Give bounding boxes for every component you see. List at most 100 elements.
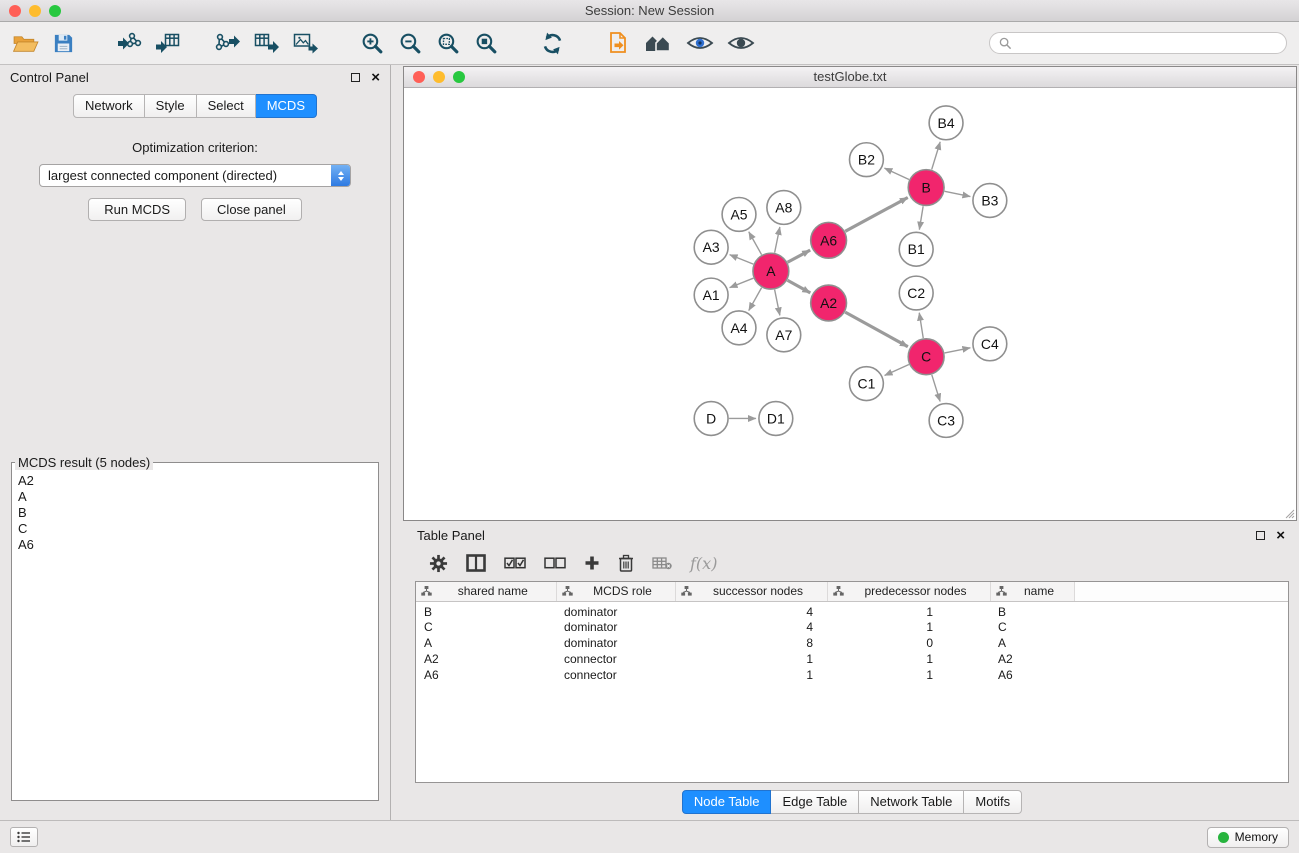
- graph-node[interactable]: A3: [694, 230, 728, 264]
- delete-table-icon[interactable]: [652, 556, 672, 570]
- search-input[interactable]: [1017, 36, 1277, 51]
- search-field[interactable]: [989, 32, 1287, 54]
- open-session-folder-icon[interactable]: [12, 32, 39, 55]
- column-header-mcds-role[interactable]: MCDS role: [576, 584, 670, 598]
- show-columns-icon[interactable]: [466, 554, 486, 572]
- graph-node[interactable]: B1: [899, 232, 933, 266]
- graph-node[interactable]: D: [694, 402, 728, 436]
- minimize-network-button[interactable]: [433, 71, 445, 83]
- graph-edge[interactable]: [749, 288, 762, 311]
- list-item[interactable]: C: [18, 521, 372, 537]
- graph-edge[interactable]: [749, 232, 762, 255]
- column-header-name[interactable]: name: [1010, 584, 1069, 598]
- zoom-selected-icon[interactable]: [474, 31, 499, 56]
- close-panel-icon[interactable]: ×: [371, 72, 380, 83]
- graph-edge[interactable]: [932, 375, 940, 402]
- list-item[interactable]: B: [18, 505, 372, 521]
- table-row[interactable]: A2connector11A2: [416, 651, 1288, 667]
- column-header-shared-name[interactable]: shared name: [435, 584, 551, 598]
- function-builder-icon[interactable]: f(x): [690, 554, 717, 573]
- tab-edge-table[interactable]: Edge Table: [771, 790, 859, 814]
- zoom-network-button[interactable]: [453, 71, 465, 83]
- table-row[interactable]: A6connector11A6: [416, 667, 1288, 683]
- list-item[interactable]: A2: [18, 473, 372, 489]
- graph-node[interactable]: A8: [767, 191, 801, 225]
- graph-node[interactable]: B3: [973, 184, 1007, 218]
- zoom-in-icon[interactable]: [360, 31, 385, 56]
- graph-edge[interactable]: [919, 313, 923, 338]
- delete-columns-trash-icon[interactable]: [618, 554, 634, 572]
- graph-node[interactable]: A1: [694, 278, 728, 312]
- close-panel-button[interactable]: Close panel: [201, 198, 302, 221]
- memory-button[interactable]: Memory: [1207, 827, 1289, 848]
- hide-graphics-details-eye-icon[interactable]: [727, 33, 755, 53]
- table-row[interactable]: Bdominator41B: [416, 601, 1288, 619]
- graph-edge[interactable]: [919, 206, 923, 229]
- zoom-out-icon[interactable]: [398, 31, 423, 56]
- select-all-icon[interactable]: [504, 557, 526, 569]
- run-mcds-button[interactable]: Run MCDS: [88, 198, 186, 221]
- zoom-fit-icon[interactable]: [436, 31, 461, 56]
- graph-node[interactable]: C: [908, 339, 944, 375]
- graph-node[interactable]: A6: [811, 222, 847, 258]
- list-item[interactable]: A6: [18, 537, 372, 553]
- list-item[interactable]: A: [18, 489, 372, 505]
- import-table-icon[interactable]: [155, 31, 181, 55]
- graph-node[interactable]: A7: [767, 318, 801, 352]
- graph-node[interactable]: A4: [722, 311, 756, 345]
- graph-edge[interactable]: [845, 197, 908, 231]
- tab-network[interactable]: Network: [73, 94, 145, 118]
- close-network-button[interactable]: [413, 71, 425, 83]
- graph-node[interactable]: C2: [899, 276, 933, 310]
- resize-grip-icon[interactable]: [1283, 507, 1295, 519]
- export-table-icon[interactable]: [254, 31, 280, 55]
- tab-network-table[interactable]: Network Table: [859, 790, 964, 814]
- tab-mcds[interactable]: MCDS: [256, 94, 317, 118]
- float-panel-icon[interactable]: [351, 73, 360, 82]
- export-image-icon[interactable]: [293, 31, 319, 55]
- minimize-window-button[interactable]: [29, 5, 41, 17]
- graph-edge[interactable]: [885, 365, 909, 376]
- column-header-predecessor-nodes[interactable]: predecessor nodes: [847, 584, 985, 598]
- network-canvas[interactable]: B4B2BB3A8A5A6B1A3AC2A1A2A4A7C4CC1C3DD1: [404, 89, 1296, 520]
- graph-edge[interactable]: [775, 290, 780, 316]
- tab-style[interactable]: Style: [145, 94, 197, 118]
- task-history-button[interactable]: [10, 827, 38, 847]
- float-table-panel-icon[interactable]: [1256, 531, 1265, 540]
- graph-edge[interactable]: [730, 278, 754, 287]
- zoom-window-button[interactable]: [49, 5, 61, 17]
- graph-edge[interactable]: [775, 227, 780, 253]
- apply-layout-refresh-icon[interactable]: [540, 31, 565, 56]
- show-graphics-details-eye-icon[interactable]: [686, 33, 714, 53]
- table-settings-gear-icon[interactable]: [429, 554, 448, 573]
- graph-edge[interactable]: [730, 255, 754, 264]
- graph-edge[interactable]: [945, 191, 971, 196]
- save-session-icon[interactable]: [52, 32, 75, 55]
- export-network-icon[interactable]: [215, 31, 241, 55]
- tab-select[interactable]: Select: [197, 94, 256, 118]
- graph-node[interactable]: C3: [929, 404, 963, 438]
- tab-node-table[interactable]: Node Table: [682, 790, 772, 814]
- graph-edge[interactable]: [787, 280, 810, 293]
- graph-node[interactable]: A: [753, 253, 789, 289]
- graph-node[interactable]: C1: [850, 367, 884, 401]
- graph-node[interactable]: B4: [929, 106, 963, 140]
- column-header-successor-nodes[interactable]: successor nodes: [695, 584, 822, 598]
- graph-edge[interactable]: [945, 348, 971, 353]
- graph-edge[interactable]: [884, 168, 909, 179]
- add-column-plus-icon[interactable]: [584, 555, 600, 571]
- close-window-button[interactable]: [9, 5, 21, 17]
- criterion-dropdown[interactable]: largest connected component (directed): [39, 164, 351, 187]
- graph-node[interactable]: A5: [722, 197, 756, 231]
- graph-node[interactable]: B: [908, 170, 944, 206]
- graph-edge[interactable]: [788, 250, 811, 262]
- table-row[interactable]: Cdominator41C: [416, 619, 1288, 635]
- open-recent-file-icon[interactable]: [606, 31, 630, 55]
- graph-node[interactable]: B2: [850, 143, 884, 177]
- tab-motifs[interactable]: Motifs: [964, 790, 1022, 814]
- graph-edge[interactable]: [932, 142, 940, 170]
- graph-node[interactable]: D1: [759, 402, 793, 436]
- network-overview-houses-icon[interactable]: [643, 32, 673, 54]
- graph-edge[interactable]: [845, 312, 908, 347]
- deselect-all-icon[interactable]: [544, 557, 566, 569]
